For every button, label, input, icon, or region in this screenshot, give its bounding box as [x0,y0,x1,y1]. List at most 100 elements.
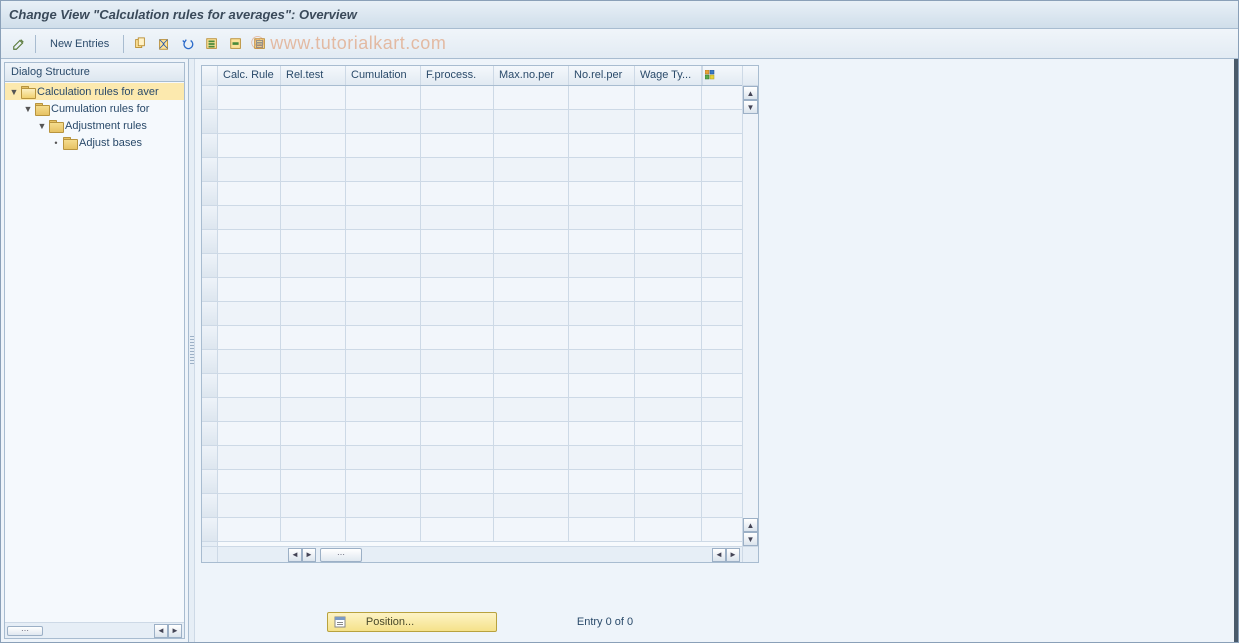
row-selector[interactable] [202,278,217,302]
table-row[interactable] [218,350,742,374]
position-icon [334,616,346,628]
select-all-icon [205,37,219,51]
tree-toggle-icon[interactable]: ▼ [9,87,19,97]
table-row[interactable] [218,278,742,302]
grid-columns: Calc. Rule Rel.test Cumulation F.process… [218,66,742,546]
tree-item-label: Calculation rules for aver [37,86,159,98]
row-selector[interactable] [202,86,217,110]
row-selector[interactable] [202,134,217,158]
table-row[interactable] [218,230,742,254]
row-selector[interactable] [202,230,217,254]
table-row[interactable] [218,446,742,470]
column-header-rel-test[interactable]: Rel.test [281,66,346,85]
position-button[interactable]: Position... [327,612,497,632]
column-header-cumulation[interactable]: Cumulation [346,66,421,85]
scroll-track[interactable] [366,548,712,562]
scroll-up-button-bottom[interactable]: ▲ [743,518,758,532]
tree-toggle-icon[interactable]: ▼ [23,104,33,114]
row-selector-header[interactable] [202,66,217,86]
toolbar-separator [123,35,124,53]
new-entries-label: New Entries [50,38,109,50]
change-display-button[interactable] [9,34,29,54]
row-selector[interactable] [202,398,217,422]
delete-button[interactable] [154,34,174,54]
row-selector[interactable] [202,182,217,206]
select-all-button[interactable] [202,34,222,54]
table-row[interactable] [218,494,742,518]
select-block-button[interactable] [226,34,246,54]
tree-scroll-left-button[interactable]: ◄ [154,624,168,638]
scroll-corner [202,547,218,562]
table-row[interactable] [218,110,742,134]
scroll-down-button-bottom[interactable]: ▼ [743,532,758,546]
tree-item-cumulation-rules[interactable]: ▼ Cumulation rules for [5,100,184,117]
page-title: Change View "Calculation rules for avera… [9,7,357,22]
scroll-right-button-end[interactable]: ► [726,548,740,562]
tree-toggle-icon[interactable]: ▼ [37,121,47,131]
table-config-button[interactable] [702,66,716,85]
table-row[interactable] [218,254,742,278]
data-table: Calc. Rule Rel.test Cumulation F.process… [201,65,759,563]
tree-item-adjust-bases[interactable]: • Adjust bases [5,134,184,151]
table-row[interactable] [218,302,742,326]
copy-as-button[interactable] [130,34,150,54]
column-header-no-rel-per[interactable]: No.rel.per [569,66,635,85]
row-selector[interactable] [202,470,217,494]
table-row[interactable] [218,182,742,206]
scroll-right-button[interactable]: ► [302,548,316,562]
tree-item-label: Adjust bases [79,137,142,149]
scroll-left-button-end[interactable]: ◄ [712,548,726,562]
table-body [218,86,742,546]
position-button-label: Position... [366,616,414,628]
table-row[interactable] [218,374,742,398]
scroll-up-button[interactable]: ▲ [743,86,758,100]
row-selector[interactable] [202,494,217,518]
horizontal-scrollbar[interactable]: ◄ ► ◄ ► [202,546,758,562]
row-selector[interactable] [202,110,217,134]
tree-footer: ◄ ► [5,622,184,638]
table-row[interactable] [218,206,742,230]
table-row[interactable] [218,134,742,158]
scroll-thumb[interactable] [320,548,362,562]
folder-icon [49,120,63,131]
vertical-scrollbar[interactable]: ▲ ▼ ▲ ▼ [742,66,758,546]
title-bar: Change View "Calculation rules for avera… [1,1,1238,29]
new-entries-button[interactable]: New Entries [42,36,117,52]
table-row[interactable] [218,86,742,110]
scroll-down-button[interactable]: ▼ [743,100,758,114]
row-selector[interactable] [202,326,217,350]
undo-button[interactable] [178,34,198,54]
row-selector[interactable] [202,302,217,326]
row-selector[interactable] [202,422,217,446]
row-selector[interactable] [202,254,217,278]
column-header-calc-rule[interactable]: Calc. Rule [218,66,281,85]
tree-item-calculation-rules[interactable]: ▼ Calculation rules for aver [5,83,184,100]
table-row[interactable] [218,158,742,182]
entry-count-text: Entry 0 of 0 [577,616,633,628]
row-selector[interactable] [202,374,217,398]
row-selector[interactable] [202,350,217,374]
table-row[interactable] [218,326,742,350]
row-selector[interactable] [202,158,217,182]
window-right-edge [1234,59,1238,642]
scroll-corner [742,547,758,562]
tree-scroll-right-button[interactable]: ► [168,624,182,638]
row-selector[interactable] [202,206,217,230]
folder-open-icon [21,86,35,97]
table-row[interactable] [218,470,742,494]
tree-resize-handle[interactable] [7,626,43,636]
column-header-max-no-per[interactable]: Max.no.per [494,66,569,85]
body: Dialog Structure ▼ Calculation rules for… [1,59,1238,642]
column-header-f-process[interactable]: F.process. [421,66,494,85]
tree-item-adjustment-rules[interactable]: ▼ Adjustment rules [5,117,184,134]
table-row[interactable] [218,398,742,422]
table-row[interactable] [218,518,742,542]
column-header-wage-type[interactable]: Wage Ty... [635,66,702,85]
table-row[interactable] [218,422,742,446]
row-selector[interactable] [202,518,217,542]
row-selector[interactable] [202,446,217,470]
scroll-track[interactable] [743,114,758,518]
tree-body: ▼ Calculation rules for aver ▼ Cumulatio… [5,82,184,622]
tree-item-label: Cumulation rules for [51,103,149,115]
scroll-left-button[interactable]: ◄ [288,548,302,562]
